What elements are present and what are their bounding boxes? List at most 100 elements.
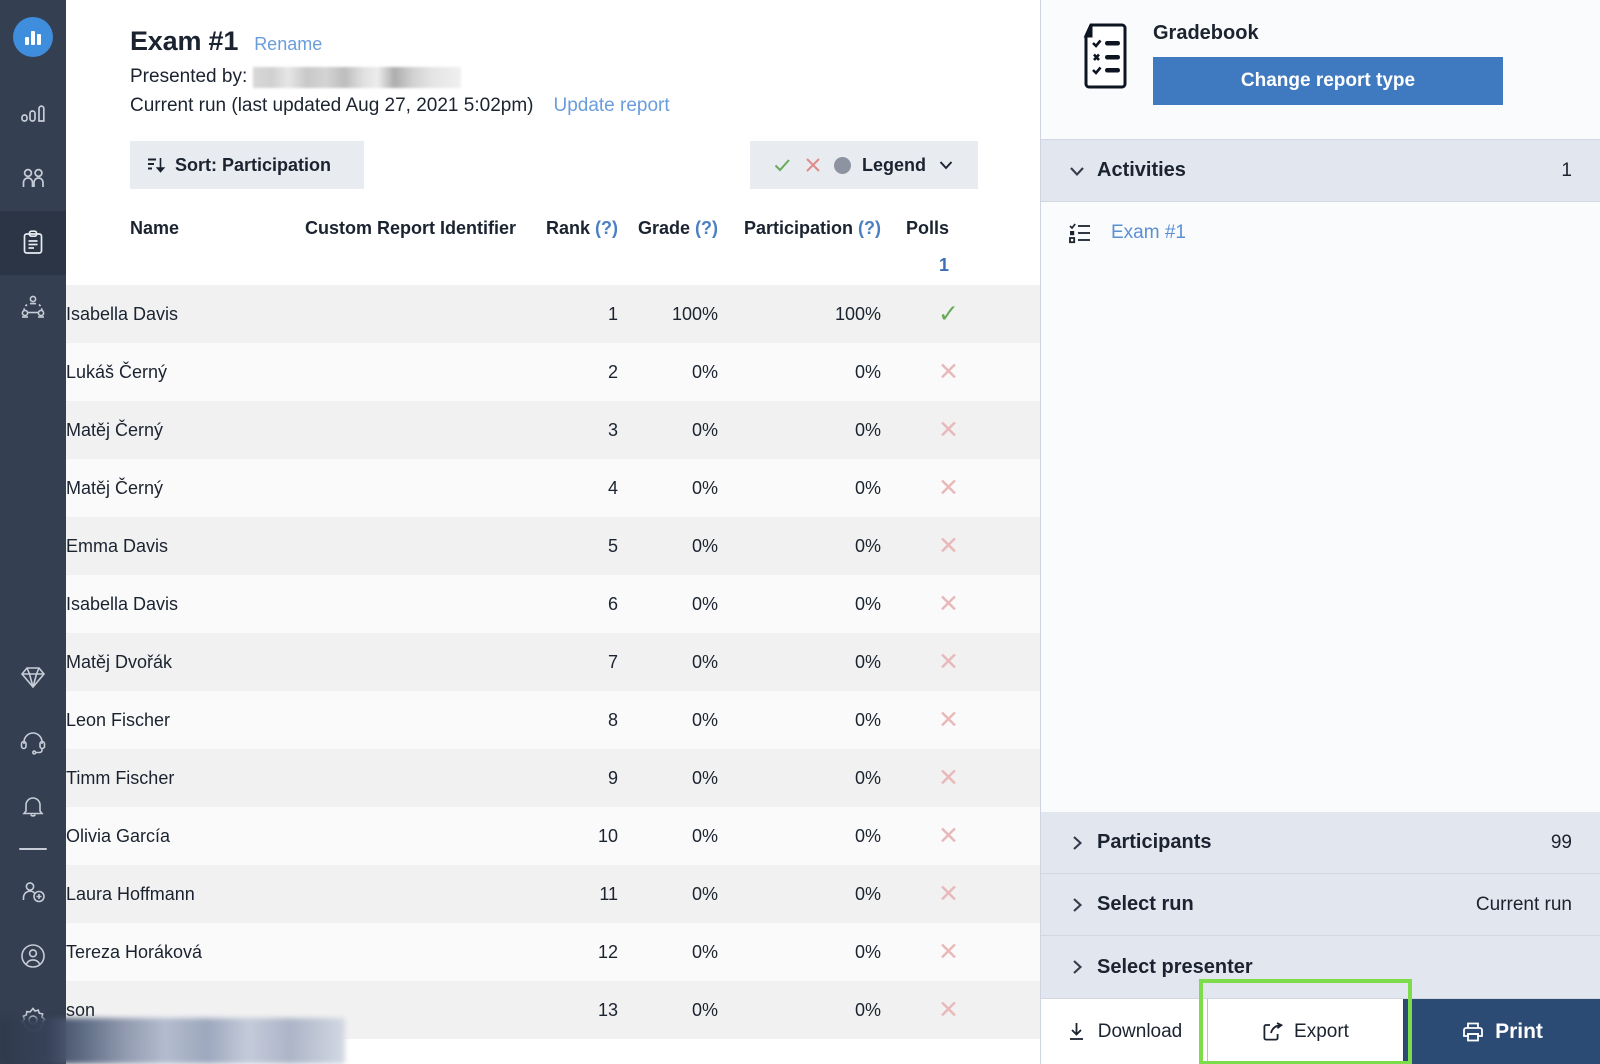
- table-row[interactable]: Laura Hoffmann 11 0% 0% ✕: [66, 865, 1040, 923]
- row-tail: [959, 343, 1040, 401]
- column-header-grade[interactable]: Grade (?): [618, 211, 718, 245]
- print-button-label: Print: [1495, 1019, 1543, 1043]
- row-name-link[interactable]: Leon Fischer: [66, 691, 284, 749]
- sidebar-item-groups[interactable]: [0, 275, 66, 339]
- sidebar-item-upgrade[interactable]: [0, 646, 66, 710]
- row-name-link[interactable]: Tereza Horáková: [66, 923, 284, 981]
- bar-chart-logo-icon[interactable]: [13, 17, 53, 57]
- row-name-link[interactable]: Lukáš Černý: [66, 343, 284, 401]
- row-tail: [959, 981, 1040, 1039]
- row-participation: 0%: [854, 535, 881, 556]
- row-name-link[interactable]: Emma Davis: [66, 517, 284, 575]
- row-participation: 0%: [854, 767, 881, 788]
- sidebar-item-analytics[interactable]: [0, 83, 66, 147]
- presented-by-label: Presented by:: [130, 66, 248, 87]
- row-participation: 0%: [854, 651, 881, 672]
- section-select-run[interactable]: Select run Current run: [1041, 874, 1600, 936]
- legend-button[interactable]: Legend: [750, 141, 978, 189]
- table-row[interactable]: Lukáš Černý 2 0% 0% ✕: [66, 343, 1040, 401]
- rank-help-icon[interactable]: (?): [595, 218, 618, 238]
- row-grade: 0%: [691, 419, 718, 440]
- table-row[interactable]: Leon Fischer 8 0% 0% ✕: [66, 691, 1040, 749]
- column-header-participation[interactable]: Participation (?): [718, 211, 881, 245]
- row-participation: 0%: [854, 883, 881, 904]
- row-name-link[interactable]: Isabella Davis: [66, 285, 284, 343]
- table-row[interactable]: Isabella Davis 1 100% 100% ✓: [66, 285, 1040, 343]
- column-header-custom-report-identifier[interactable]: Custom Report Identifier: [284, 211, 516, 245]
- table-row[interactable]: Timm Fischer 9 0% 0% ✕: [66, 749, 1040, 807]
- row-grade: 0%: [691, 535, 718, 556]
- sidebar-item-support[interactable]: [0, 710, 66, 774]
- poll-status-x-icon: ✕: [938, 531, 959, 560]
- table-row[interactable]: Matěj Černý 4 0% 0% ✕: [66, 459, 1040, 517]
- bell-icon: [18, 791, 48, 821]
- people-icon: [18, 164, 48, 194]
- sidebar-item-notifications[interactable]: [0, 774, 66, 838]
- table-head: Name Custom Report Identifier Rank (?) G…: [66, 211, 1040, 285]
- table-row[interactable]: Isabella Davis 6 0% 0% ✕: [66, 575, 1040, 633]
- table-row[interactable]: Matěj Černý 3 0% 0% ✕: [66, 401, 1040, 459]
- sidebar-item-reports[interactable]: [0, 211, 66, 275]
- participation-help-icon[interactable]: (?): [858, 218, 881, 238]
- table-subheader-row: 1: [66, 245, 1040, 285]
- section-select-presenter[interactable]: Select presenter: [1041, 936, 1600, 998]
- table-row[interactable]: Olivia García 10 0% 0% ✕: [66, 807, 1040, 865]
- row-tail: [959, 807, 1040, 865]
- sidebar-item-account[interactable]: [0, 924, 66, 988]
- row-rank: 2: [607, 361, 618, 382]
- activity-item-exam-1[interactable]: Exam #1: [1041, 202, 1600, 264]
- download-button[interactable]: Download: [1041, 999, 1207, 1064]
- add-user-icon: [18, 877, 48, 907]
- rename-link[interactable]: Rename: [254, 34, 322, 55]
- network-users-icon: [18, 292, 48, 322]
- poll-status-x-icon: ✕: [938, 473, 959, 502]
- section-activities-value: 1: [1561, 159, 1572, 181]
- row-participation: 0%: [854, 999, 881, 1020]
- section-participants[interactable]: Participants 99: [1041, 812, 1600, 874]
- grade-help-icon[interactable]: (?): [695, 218, 718, 238]
- column-header-name[interactable]: Name: [66, 211, 284, 245]
- row-name-link[interactable]: Isabella Davis: [66, 575, 284, 633]
- section-select-run-label: Select run: [1097, 893, 1194, 915]
- export-button[interactable]: Export: [1207, 999, 1404, 1064]
- sidebar-item-people[interactable]: [0, 147, 66, 211]
- table-row[interactable]: Emma Davis 5 0% 0% ✕: [66, 517, 1040, 575]
- sidebar-item-invite[interactable]: [0, 860, 66, 924]
- row-name-link[interactable]: Laura Hoffmann: [66, 865, 284, 923]
- download-button-label: Download: [1097, 1020, 1183, 1042]
- sort-button-label: Sort: Participation: [175, 154, 332, 175]
- row-custom-report-identifier: [284, 343, 516, 401]
- checklist-icon: [1067, 220, 1093, 246]
- poll-status-x-icon: ✕: [938, 995, 959, 1024]
- row-grade: 0%: [691, 477, 718, 498]
- poll-status-x-icon: ✕: [938, 647, 959, 676]
- row-name-link[interactable]: Olivia García: [66, 807, 284, 865]
- gradebook-document-icon: [1077, 22, 1135, 90]
- column-header-rank[interactable]: Rank (?): [516, 211, 618, 245]
- row-name-link[interactable]: Matěj Černý: [66, 459, 284, 517]
- table-row[interactable]: Tereza Horáková 12 0% 0% ✕: [66, 923, 1040, 981]
- row-custom-report-identifier: [284, 401, 516, 459]
- row-custom-report-identifier: [284, 517, 516, 575]
- presented-by-value-redacted: [253, 66, 462, 88]
- change-report-type-button[interactable]: Change report type: [1153, 57, 1503, 105]
- row-participation: 0%: [854, 477, 881, 498]
- table-row[interactable]: Matěj Dvořák 7 0% 0% ✕: [66, 633, 1040, 691]
- section-select-run-value: Current run: [1475, 893, 1572, 915]
- column-header-polls[interactable]: Polls: [881, 211, 959, 245]
- row-participation: 0%: [854, 941, 881, 962]
- chevron-right-icon: [1067, 957, 1097, 977]
- section-activities[interactable]: Activities 1: [1041, 140, 1600, 202]
- diamond-icon: [18, 663, 48, 693]
- sort-button[interactable]: Sort: Participation: [130, 141, 364, 189]
- clipboard-icon: [18, 228, 48, 258]
- row-rank: 4: [607, 477, 618, 498]
- report-type-title: Gradebook: [1153, 22, 1259, 44]
- section-participants-label: Participants: [1097, 831, 1212, 853]
- row-name-link[interactable]: Timm Fischer: [66, 749, 284, 807]
- print-button[interactable]: Print: [1404, 999, 1600, 1064]
- row-name-link[interactable]: Matěj Dvořák: [66, 633, 284, 691]
- poll-status-x-icon: ✕: [938, 357, 959, 386]
- row-name-link[interactable]: Matěj Černý: [66, 401, 284, 459]
- update-report-link[interactable]: Update report: [553, 95, 669, 117]
